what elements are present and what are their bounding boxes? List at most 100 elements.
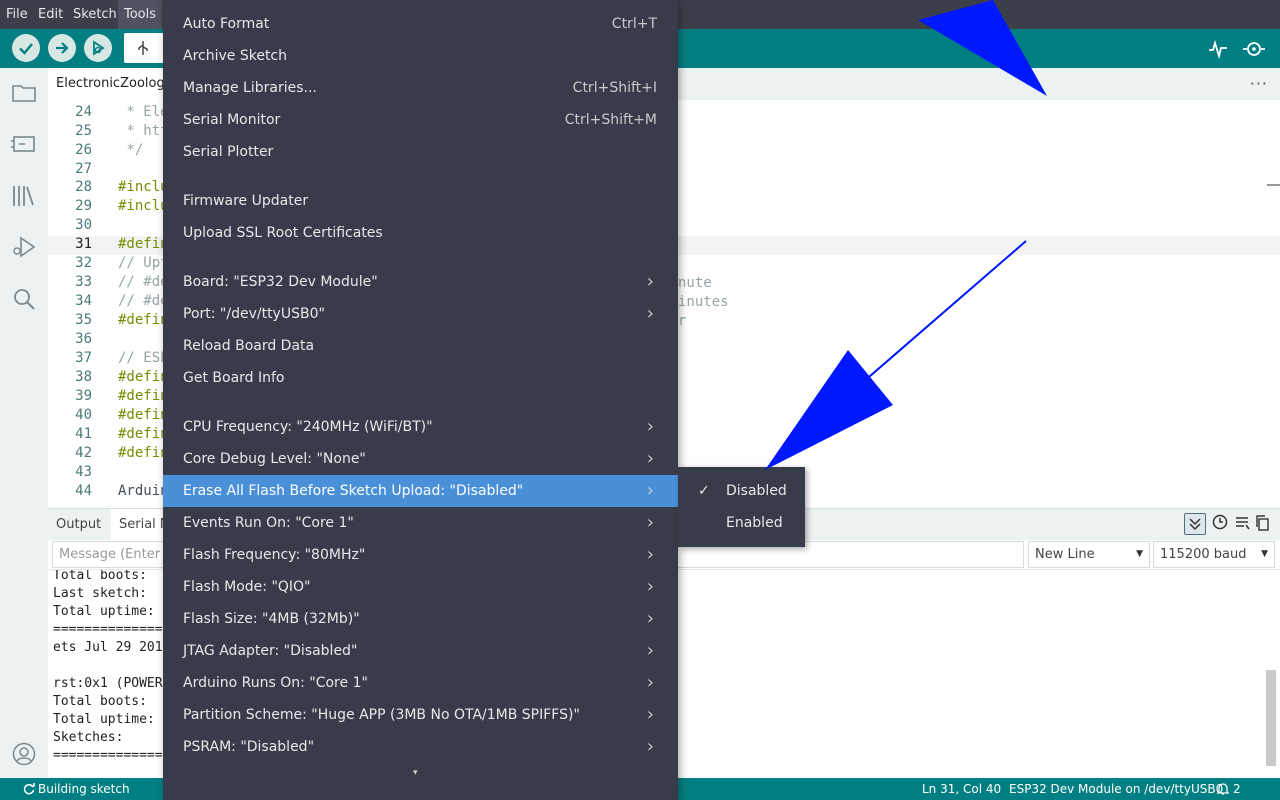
line-number: 31 bbox=[75, 236, 92, 252]
autoscroll-toggle[interactable] bbox=[1184, 513, 1206, 535]
tools-menu-item[interactable]: CPU Frequency: "240MHz (WiFi/BT)" › bbox=[163, 411, 678, 443]
search-icon[interactable] bbox=[11, 286, 37, 312]
library-manager-icon[interactable] bbox=[11, 183, 37, 209]
line-number: 41 bbox=[75, 426, 92, 442]
tools-menu-item[interactable]: Reload Board Data bbox=[163, 330, 678, 362]
menu-item-label: Get Board Info bbox=[183, 370, 285, 386]
debug-button[interactable] bbox=[84, 34, 112, 62]
menu-item-label: Board: "ESP32 Dev Module" bbox=[183, 274, 378, 290]
clear-output-icon[interactable] bbox=[1233, 514, 1251, 532]
tab-sketch[interactable]: ElectronicZoology bbox=[48, 68, 181, 100]
submenu-item[interactable]: ✓ Disabled bbox=[678, 475, 805, 507]
serial-plotter-icon[interactable] bbox=[1206, 37, 1230, 61]
tools-menu-item[interactable]: PSRAM: "Disabled" › bbox=[163, 731, 678, 763]
menu-item-label: Partition Scheme: "Huge APP (3MB No OTA/… bbox=[183, 707, 580, 723]
tools-menu-item[interactable]: Manage Libraries... Ctrl+Shift+I bbox=[163, 72, 678, 104]
tools-menu-item[interactable]: Partition Scheme: "Huge APP (3MB No OTA/… bbox=[163, 699, 678, 731]
output-line: Sketches: bbox=[53, 730, 124, 745]
line-number: 42 bbox=[75, 445, 92, 461]
more-icon[interactable]: ··· bbox=[1250, 74, 1268, 93]
sidebar bbox=[0, 68, 48, 778]
tools-menu-item[interactable]: Core Debug Level: "None" › bbox=[163, 443, 678, 475]
serial-monitor-icon[interactable] bbox=[1242, 37, 1266, 61]
cursor-position[interactable]: Ln 31, Col 40 bbox=[922, 778, 1001, 800]
chevron-right-icon: › bbox=[646, 448, 654, 469]
line-number: 28 bbox=[75, 179, 92, 195]
baud-select[interactable]: 115200 baud ▼ bbox=[1153, 541, 1275, 568]
tools-menu-item[interactable]: Board: "ESP32 Dev Module" › bbox=[163, 266, 678, 298]
submenu-item[interactable]: Enabled bbox=[678, 507, 805, 539]
tools-menu-item[interactable]: JTAG Adapter: "Disabled" › bbox=[163, 635, 678, 667]
menu-file[interactable]: File bbox=[0, 0, 34, 29]
menu-item-label: PSRAM: "Disabled" bbox=[183, 739, 315, 755]
line-ending-value: New Line bbox=[1035, 547, 1095, 562]
notification-count[interactable]: 2 bbox=[1233, 778, 1241, 800]
chevron-right-icon: › bbox=[646, 512, 654, 533]
code-line: #defin bbox=[118, 312, 169, 328]
code-line: */ bbox=[118, 142, 144, 158]
tools-menu-item[interactable]: Serial Plotter bbox=[163, 136, 678, 168]
line-number: 43 bbox=[75, 464, 92, 480]
output-line: Last sketch: bbox=[53, 586, 147, 601]
tools-menu-item[interactable]: Flash Mode: "QIO" › bbox=[163, 571, 678, 603]
clock-icon[interactable] bbox=[1211, 513, 1229, 531]
debug-icon bbox=[93, 40, 105, 56]
tools-menu-item[interactable]: Upload SSL Root Certificates bbox=[163, 217, 678, 249]
tools-menu-item[interactable]: Auto Format Ctrl+T bbox=[163, 8, 678, 40]
menu-item-label: Flash Frequency: "80MHz" bbox=[183, 547, 366, 563]
tools-menu-item[interactable]: Flash Size: "4MB (32Mb)" › bbox=[163, 603, 678, 635]
caret-down-icon: ▼ bbox=[1136, 549, 1143, 559]
output-line: ============== bbox=[53, 622, 163, 637]
menu-edit[interactable]: Edit bbox=[32, 0, 69, 29]
menu-item-label: Flash Size: "4MB (32Mb)" bbox=[183, 611, 360, 627]
tools-menu-item[interactable]: Get Board Info bbox=[163, 362, 678, 394]
chevron-right-icon: › bbox=[646, 480, 654, 501]
line-number: 27 bbox=[75, 161, 92, 177]
line-number: 39 bbox=[75, 388, 92, 404]
code-line: #defin bbox=[118, 426, 169, 442]
tools-menu-item[interactable]: Firmware Updater bbox=[163, 185, 678, 217]
chevron-right-icon: › bbox=[646, 640, 654, 661]
tools-menu-item[interactable]: Erase All Flash Before Sketch Upload: "D… bbox=[163, 475, 678, 507]
debug-sidebar-icon[interactable] bbox=[11, 234, 37, 260]
code-line: // Upt bbox=[118, 255, 169, 271]
menu-item-label: Firmware Updater bbox=[183, 193, 309, 209]
upload-button[interactable] bbox=[48, 34, 76, 62]
account-icon[interactable] bbox=[12, 742, 36, 766]
tools-menu: Auto Format Ctrl+T Archive Sketch Manage Li… bbox=[163, 0, 678, 800]
scroll-down-icon[interactable]: ▾ bbox=[413, 768, 418, 778]
menu-item-label: Serial Monitor bbox=[183, 112, 281, 128]
boards-manager-icon[interactable] bbox=[11, 131, 37, 157]
menu-tools[interactable]: Tools bbox=[118, 0, 163, 29]
line-number: 38 bbox=[75, 369, 92, 385]
editor-scroll-marker bbox=[1267, 184, 1280, 186]
code-line: Arduin bbox=[118, 483, 169, 499]
output-line: Total uptime: bbox=[53, 604, 155, 619]
chevron-right-icon: › bbox=[646, 303, 654, 324]
verify-button[interactable] bbox=[12, 34, 40, 62]
code-line: // #de bbox=[118, 274, 169, 290]
line-ending-select[interactable]: New Line ▼ bbox=[1028, 541, 1150, 568]
menu-sketch[interactable]: Sketch bbox=[67, 0, 123, 29]
board-status[interactable]: ESP32 Dev Module on /dev/ttyUSB0 bbox=[1009, 778, 1223, 800]
tab-output[interactable]: Output bbox=[56, 509, 101, 541]
tools-menu-item[interactable]: Flash Frequency: "80MHz" › bbox=[163, 539, 678, 571]
menu-item-shortcut: Ctrl+Shift+I bbox=[572, 80, 657, 96]
tools-menu-item[interactable]: Arduino Runs On: "Core 1" › bbox=[163, 667, 678, 699]
tools-menu-item[interactable]: Archive Sketch bbox=[163, 40, 678, 72]
line-number: 24 bbox=[75, 104, 92, 120]
status-message: Building sketch bbox=[38, 782, 130, 796]
code-line: // #de bbox=[118, 293, 169, 309]
tools-menu-item[interactable]: Port: "/dev/ttyUSB0" › bbox=[163, 298, 678, 330]
check-icon bbox=[19, 43, 33, 55]
bell-icon[interactable] bbox=[1216, 782, 1230, 796]
output-scrollbar[interactable] bbox=[1266, 670, 1276, 766]
code-tail: nute bbox=[678, 275, 712, 291]
tools-menu-item[interactable]: Serial Monitor Ctrl+Shift+M bbox=[163, 104, 678, 136]
caret-down-icon: ▼ bbox=[1261, 549, 1268, 559]
folder-icon[interactable] bbox=[11, 80, 37, 106]
tools-menu-item[interactable]: Events Run On: "Core 1" › bbox=[163, 507, 678, 539]
copy-icon[interactable] bbox=[1254, 514, 1272, 532]
code-line: // ESP bbox=[118, 350, 169, 366]
line-number: 26 bbox=[75, 142, 92, 158]
